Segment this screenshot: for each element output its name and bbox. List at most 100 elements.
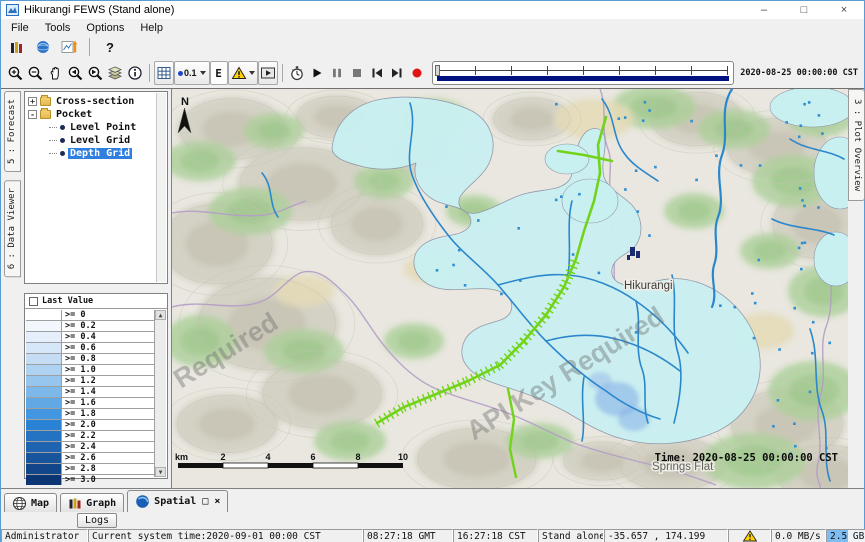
menu-file[interactable]: File	[3, 22, 37, 34]
minimize-button[interactable]: –	[744, 1, 784, 19]
zoom-out-icon[interactable]	[25, 62, 45, 84]
legend-row[interactable]: >= 2.6	[26, 453, 154, 464]
status-bar: Administrator Current system time:2020-0…	[1, 529, 864, 542]
svg-text:2: 2	[220, 452, 225, 462]
app-icon	[6, 4, 19, 16]
grid-display-icon[interactable]	[154, 61, 174, 85]
legend-row[interactable]: >= 1.8	[26, 409, 154, 420]
play-icon[interactable]	[307, 62, 327, 84]
scroll-down-icon[interactable]: ▼	[155, 467, 166, 477]
legend-label: >= 0.2	[62, 321, 96, 331]
menu-options[interactable]: Options	[78, 22, 132, 34]
contour-scale-dropdown[interactable]: 0.1	[174, 61, 210, 85]
legend-header: Last Value	[25, 294, 167, 309]
legend-rows: >= 0>= 0.2>= 0.4>= 0.6>= 0.8>= 1.0>= 1.2…	[26, 310, 154, 477]
status-gmt-time: 08:27:18 GMT	[363, 529, 453, 542]
scroll-up-icon[interactable]: ▲	[155, 310, 166, 320]
warning-dropdown[interactable]	[228, 61, 258, 85]
expander-icon[interactable]: +	[28, 97, 37, 106]
help-icon[interactable]: ?	[100, 36, 120, 58]
status-memory[interactable]: 2.5 GB	[826, 529, 865, 542]
last-value-checkbox[interactable]	[29, 297, 38, 306]
tab-graph[interactable]: Graph	[60, 493, 124, 512]
legend-row[interactable]: >= 2.4	[26, 442, 154, 453]
tree-item-pocket[interactable]: - Pocket	[25, 108, 167, 121]
zoom-previous-icon[interactable]	[65, 62, 85, 84]
legend-row[interactable]: >= 2.0	[26, 420, 154, 431]
zoom-next-icon[interactable]	[85, 62, 105, 84]
tree-scrollbar[interactable]	[156, 93, 166, 282]
legend-label: >= 2.4	[62, 442, 96, 452]
tree-item-cross-section[interactable]: + Cross-section	[25, 95, 167, 108]
skip-to-end-icon[interactable]	[387, 62, 407, 84]
tree-item-label: Level Point	[68, 122, 138, 133]
tab-spatial[interactable]: Spatial □ ×	[127, 490, 228, 512]
stop-icon[interactable]	[347, 62, 367, 84]
legend-swatch	[26, 310, 62, 320]
timeline-slider[interactable]	[432, 61, 734, 85]
legend-swatch	[26, 442, 62, 452]
skip-to-start-icon[interactable]	[367, 62, 387, 84]
panel-maximize-icon[interactable]: □	[202, 496, 208, 507]
zoom-in-icon[interactable]	[5, 62, 25, 84]
status-warning[interactable]	[728, 529, 771, 542]
svg-text:4: 4	[265, 452, 270, 462]
legend-swatch	[26, 354, 62, 364]
legend-swatch	[26, 365, 62, 375]
legend-row[interactable]: >= 0.6	[26, 343, 154, 354]
legend-label: >= 0.4	[62, 332, 96, 342]
globe-blue-icon	[135, 494, 150, 509]
close-button[interactable]: ×	[824, 1, 864, 19]
collapse-icon[interactable]: -	[28, 110, 37, 119]
tree-item-level-grid[interactable]: Level Grid	[25, 134, 167, 147]
tab-forecast[interactable]: 5 : Forecast	[4, 91, 21, 172]
legend-label: >= 0.8	[62, 354, 96, 364]
title-bar: Hikurangi FEWS (Stand alone) – □ ×	[1, 1, 864, 19]
record-icon[interactable]	[407, 62, 427, 84]
tree-item-level-point[interactable]: Level Point	[25, 121, 167, 134]
legend-row[interactable]: >= 0.2	[26, 321, 154, 332]
menu-tools[interactable]: Tools	[37, 22, 79, 34]
bullet-icon	[60, 125, 65, 130]
legend-row[interactable]: >= 0	[26, 310, 154, 321]
svg-text:10: 10	[398, 452, 408, 462]
maximize-button[interactable]: □	[784, 1, 824, 19]
legend-row[interactable]: >= 0.8	[26, 354, 154, 365]
panel-close-icon[interactable]: ×	[214, 496, 220, 507]
animation-export-icon[interactable]	[258, 61, 278, 85]
legend-row[interactable]: >= 1.0	[26, 365, 154, 376]
longitudinal-profile-button[interactable]: E	[210, 61, 228, 85]
timer-icon[interactable]	[287, 62, 307, 84]
status-network-rate: 0.0 MB/s	[771, 529, 826, 542]
legend-row[interactable]: >= 2.8	[26, 464, 154, 475]
legend-row[interactable]: >= 2.2	[26, 431, 154, 442]
globe-icon[interactable]	[33, 36, 53, 58]
tree-connector	[49, 127, 57, 128]
pan-hand-icon[interactable]	[45, 62, 65, 84]
pause-icon[interactable]	[327, 62, 347, 84]
time-series-icon[interactable]	[7, 36, 27, 58]
main-area: 5 : Forecast 6 : Data Viewer + Cross-sec…	[1, 89, 864, 488]
logs-button[interactable]: Logs	[77, 513, 117, 528]
scalebar-unit: km	[175, 452, 188, 462]
timeline-handle[interactable]	[435, 65, 440, 76]
layers-icon[interactable]	[105, 62, 125, 84]
map-viewport[interactable]: API Key Required API Key Required Hikura…	[171, 89, 848, 488]
north-label: N	[181, 96, 189, 108]
info-icon[interactable]	[125, 62, 145, 84]
menu-help[interactable]: Help	[132, 22, 171, 34]
legend-row[interactable]: >= 1.6	[26, 398, 154, 409]
legend-row[interactable]: >= 1.4	[26, 387, 154, 398]
legend-row[interactable]: >= 1.2	[26, 376, 154, 387]
legend-row[interactable]: >= 3.0	[26, 475, 154, 485]
profile-chart-icon[interactable]	[59, 36, 79, 58]
tab-map[interactable]: Map	[4, 493, 57, 512]
main-toolbar: ?	[1, 36, 864, 58]
tab-plot-overview[interactable]: 3 : Plot Overview	[848, 89, 865, 201]
legend-label: >= 3.0	[62, 475, 96, 485]
legend-label: >= 1.8	[62, 409, 96, 419]
legend-scrollbar[interactable]: ▲ ▼	[154, 310, 166, 477]
legend-row[interactable]: >= 0.4	[26, 332, 154, 343]
tree-item-depth-grid[interactable]: Depth Grid	[25, 147, 167, 160]
tab-data-viewer[interactable]: 6 : Data Viewer	[4, 180, 21, 277]
